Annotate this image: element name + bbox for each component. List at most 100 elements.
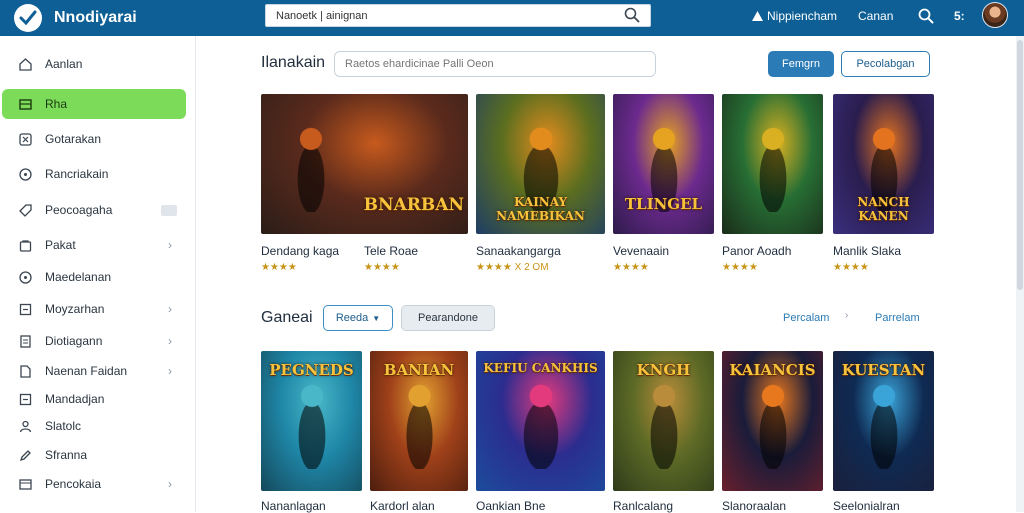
game-cover-image[interactable]: KAIANCIS — [722, 351, 823, 491]
sidebar-item[interactable]: Naenan Faidan › — [0, 356, 196, 386]
filter-input[interactable] — [334, 51, 656, 77]
game-title[interactable]: Vevenaain — [613, 244, 669, 258]
game-art-title: TLINGEL — [624, 195, 703, 213]
sidebar-item[interactable]: Gotarakan — [0, 124, 196, 154]
scrollbar[interactable] — [1016, 36, 1024, 512]
game-title[interactable]: Nananlagan — [261, 499, 326, 513]
grid-icon — [18, 97, 33, 112]
character-figure — [291, 382, 333, 469]
game-rating: ★★★★ X 2 OM — [476, 262, 549, 273]
sidebar-item-label: Gotarakan — [45, 132, 102, 146]
tag-icon — [18, 203, 33, 218]
game-title[interactable]: Tele Roae — [364, 244, 418, 258]
sort-dropdown[interactable]: Reeda ▼ — [323, 305, 393, 331]
section-title-ganeai: Ganeai — [261, 309, 313, 326]
sidebar-item[interactable]: Slatolc — [0, 411, 196, 441]
game-cover-image[interactable]: TLINGEL — [613, 94, 714, 234]
game-cover-image[interactable]: NANCH KANEN — [833, 94, 934, 234]
game-cover-image[interactable]: KAINAY NAMEBIKAN — [476, 94, 605, 234]
chevron-right-icon: › — [168, 302, 172, 316]
link-percalam[interactable]: Percalam — [783, 312, 829, 324]
sidebar-item-label: Slatolc — [45, 419, 82, 433]
game-cover-image[interactable]: KEFIU CANKHIS — [476, 351, 605, 491]
game-cover-image[interactable]: PEGNEDS — [261, 351, 362, 491]
sidebar-item-label: Maedelanan — [45, 270, 112, 284]
game-art-title: KAINAY NAMEBIKAN — [496, 195, 585, 223]
sidebar-item[interactable]: Pakat › — [0, 230, 196, 260]
outline-button[interactable]: Pecolabgan — [841, 51, 930, 77]
sidebar-item[interactable]: Mandadjan — [0, 384, 196, 414]
sidebar-item[interactable]: Rancriakain — [0, 159, 196, 189]
game-title[interactable]: Oankian Bne — [476, 499, 545, 513]
sidebar-item[interactable]: Pencokaia › — [0, 469, 196, 499]
character-figure — [290, 125, 332, 212]
scrollbar-thumb[interactable] — [1017, 40, 1023, 290]
sidebar-item[interactable]: Diotiagann › — [0, 326, 196, 356]
chevron-right-icon: › — [168, 238, 172, 252]
sidebar-item-label: Aanlan — [45, 57, 83, 71]
sidebar-item-label: Sfranna — [45, 448, 88, 462]
game-title[interactable]: Seelonialran — [833, 499, 900, 513]
sidebar-item[interactable]: Sfranna — [0, 440, 196, 470]
game-title[interactable]: Kardorl alan — [370, 499, 435, 513]
game-title[interactable]: Manlik Slaka — [833, 244, 901, 258]
avatar[interactable] — [982, 2, 1008, 28]
chevron-right-icon: › — [168, 364, 172, 378]
link-parrelam[interactable]: Parrelam — [875, 312, 920, 324]
game-art-title: KAIANCIS — [729, 361, 816, 379]
top-link-apps-label: Nippiencham — [767, 9, 838, 23]
game-title[interactable]: Sanaakangarga — [476, 244, 561, 258]
game-art-title: KNGH — [636, 361, 691, 379]
sidebar-item[interactable]: Moyzarhan › — [0, 294, 196, 324]
app-title: Nnodiyarai — [54, 9, 137, 26]
character-figure — [752, 125, 794, 212]
game-cover-image[interactable]: KNGH — [613, 351, 714, 491]
filter-button[interactable]: Pearandone — [401, 305, 495, 331]
game-title[interactable]: Panor Aoadh — [722, 244, 791, 258]
game-rating: ★★★★ — [261, 262, 297, 273]
game-cover-image[interactable]: BNARBAN — [261, 94, 468, 234]
game-rating: ★★★★ — [364, 262, 400, 273]
primary-button[interactable]: Femgrn — [768, 51, 834, 77]
bag-icon — [18, 238, 33, 253]
circle-icon — [18, 270, 33, 285]
sort-dropdown-label: Reeda — [335, 312, 369, 324]
square-icon — [18, 392, 33, 407]
game-cover-image[interactable]: BANIAN — [370, 351, 468, 491]
sidebar-item[interactable]: Maedelanan — [0, 262, 196, 292]
game-title[interactable]: Slanoraalan — [722, 499, 786, 513]
game-title[interactable]: Dendang kaga — [261, 244, 339, 258]
game-cover-image[interactable]: KUESTAN — [833, 351, 934, 491]
search-input[interactable] — [266, 5, 606, 26]
game-rating: ★★★★ — [722, 262, 758, 273]
top-link-apps[interactable]: Nippiencham — [752, 9, 837, 23]
sidebar-item-label: Mandadjan — [45, 392, 105, 406]
app-logo-icon[interactable] — [14, 4, 42, 32]
chevron-right-icon: › — [168, 334, 172, 348]
sidebar: Aanlan Rha Gotarakan Rancriakain Peocoagaha P… — [0, 36, 196, 512]
sidebar-item-label: Pakat — [45, 238, 76, 252]
game-cover-image[interactable] — [722, 94, 823, 234]
sidebar-item-label: Diotiagann — [45, 334, 103, 348]
search-icon[interactable] — [624, 7, 640, 23]
main-content: Ilanakain Femgrn Pecolabgan BNARBAN Denda… — [196, 36, 1024, 513]
box-icon — [18, 477, 33, 492]
sidebar-item-label: Rancriakain — [45, 167, 109, 181]
game-art-title: KEFIU CANKHIS — [483, 361, 598, 375]
character-figure — [752, 382, 794, 469]
game-title[interactable]: Ranlcalang — [613, 499, 673, 513]
notification-count[interactable]: 5: — [954, 9, 965, 23]
sidebar-item[interactable]: Peocoagaha — [0, 195, 196, 225]
sidebar-item[interactable]: Rha — [2, 89, 186, 119]
character-figure — [399, 382, 440, 469]
edit-icon — [18, 448, 33, 463]
circle-icon — [18, 167, 33, 182]
sidebar-item-label: Moyzarhan — [45, 302, 105, 316]
game-rating: ★★★★ — [613, 262, 649, 273]
game-rating: ★★★★ — [833, 262, 869, 273]
header-search-icon[interactable] — [918, 8, 934, 24]
top-link-canan[interactable]: Canan — [858, 9, 893, 23]
sidebar-item[interactable]: Aanlan — [0, 49, 196, 79]
character-figure — [514, 382, 568, 469]
game-art-title: KUESTAN — [841, 361, 926, 379]
